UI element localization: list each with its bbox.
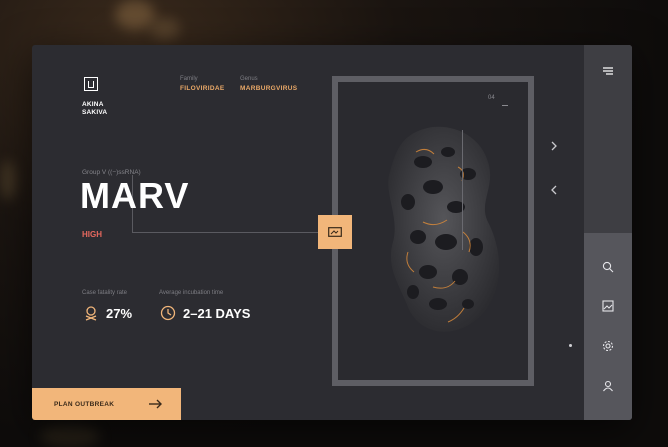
search-icon <box>602 261 614 273</box>
guide-line <box>462 130 463 250</box>
brand-name-line2: SAKIVA <box>82 109 108 116</box>
background-bokeh <box>40 425 100 447</box>
user-icon <box>603 380 613 392</box>
frame-number-tick <box>502 105 508 106</box>
menu-button[interactable] <box>596 59 620 83</box>
arrow-right-icon <box>149 399 162 409</box>
brand-logo-icon <box>84 77 98 91</box>
prev-button[interactable] <box>546 182 562 198</box>
plan-outbreak-label: PLAN OUTBREAK <box>54 400 115 408</box>
chevron-right-icon <box>551 141 557 151</box>
incubation-label: Average incubation time <box>159 290 224 296</box>
skull-icon <box>85 306 97 321</box>
sidebar <box>584 45 632 420</box>
virus-image-frame <box>332 76 534 386</box>
guide-line <box>132 232 318 233</box>
plan-outbreak-button[interactable]: PLAN OUTBREAK <box>32 388 181 420</box>
brand-name-line1: AKINA <box>82 101 104 108</box>
page-title: MARV <box>80 175 190 216</box>
virus-render-image <box>388 126 500 332</box>
clock-icon <box>160 305 176 321</box>
gallery-button[interactable] <box>596 294 620 318</box>
incubation-value: 2–21 DAYS <box>183 306 251 321</box>
media-icon <box>328 227 342 237</box>
image-icon <box>602 300 614 312</box>
fatality-label: Case fatality rate <box>82 290 128 296</box>
brand-name: AKINA SAKIVA <box>82 101 107 117</box>
settings-button[interactable] <box>596 334 620 358</box>
genus-label: Genus <box>240 76 258 82</box>
fatality-value: 27% <box>106 306 133 321</box>
genus-value: MARBURGVIRUS <box>240 85 298 92</box>
frame-number: 04 <box>488 95 495 101</box>
risk-badge: HIGH <box>82 230 102 239</box>
menu-icon <box>603 67 613 75</box>
gear-icon <box>602 340 614 352</box>
next-button[interactable] <box>546 138 562 154</box>
family-value: FILOVIRIDAE <box>180 85 225 92</box>
media-button[interactable] <box>318 215 352 249</box>
indicator-dot <box>569 344 572 347</box>
background-bokeh <box>0 160 16 200</box>
search-button[interactable] <box>596 255 620 279</box>
main-card: AKINA SAKIVA Family FILOVIRIDAE Genus MA… <box>32 45 632 420</box>
family-label: Family <box>180 76 198 82</box>
background-bokeh <box>150 18 180 40</box>
background-bokeh <box>115 0 155 30</box>
profile-button[interactable] <box>596 374 620 398</box>
chevron-left-icon <box>551 185 557 195</box>
